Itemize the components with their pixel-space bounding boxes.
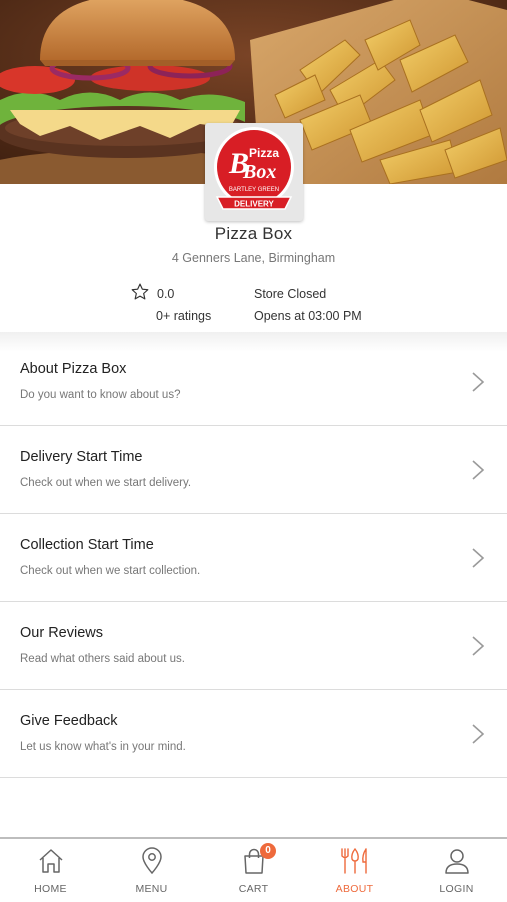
user-icon [444, 849, 469, 874]
menu-item-about[interactable]: About Pizza Box Do you want to know abou… [0, 338, 507, 426]
opening-time: Opens at 03:00 PM [254, 309, 362, 323]
menu-item-delivery-start-time[interactable]: Delivery Start Time Check out when we st… [0, 426, 507, 514]
tab-label: HOME [34, 883, 67, 895]
tab-label: CART [238, 883, 269, 895]
tab-menu[interactable]: MENU [101, 839, 202, 900]
tab-label: ABOUT [335, 883, 374, 895]
tab-login[interactable]: LOGIN [406, 839, 507, 900]
star-icon [131, 283, 149, 300]
svg-text:DELIVERY: DELIVERY [234, 200, 274, 209]
chevron-right-icon [472, 372, 485, 392]
menu-item-title: About Pizza Box [20, 361, 127, 377]
store-address: 4 Genners Lane, Birmingham [171, 251, 336, 265]
chevron-right-icon [472, 460, 485, 480]
rating-value: 0.0 [157, 287, 175, 301]
menu-item-title: Delivery Start Time [20, 449, 143, 465]
cart-count-badge: 0 [260, 843, 276, 859]
menu-item-subtitle: Check out when we start delivery. [20, 477, 192, 489]
store-name: Pizza Box [214, 224, 293, 243]
menu-item-our-reviews[interactable]: Our Reviews Read what others said about … [0, 602, 507, 690]
chevron-right-icon [472, 548, 485, 568]
menu-item-collection-start-time[interactable]: Collection Start Time Check out when we … [0, 514, 507, 602]
tab-home[interactable]: HOME [0, 839, 101, 900]
location-pin-icon [141, 847, 162, 875]
tab-label: LOGIN [439, 883, 474, 895]
tab-cart[interactable]: 0 CART [203, 839, 304, 900]
menu-item-subtitle: Let us know what's in your mind. [20, 741, 186, 753]
svg-text:Pizza: Pizza [249, 146, 279, 160]
store-status: Store Closed [254, 287, 327, 301]
menu-item-subtitle: Do you want to know about us? [20, 389, 181, 401]
tab-about[interactable]: ABOUT [304, 839, 405, 900]
svg-text:BARTLEY GREEN: BARTLEY GREEN [229, 187, 279, 193]
about-menu-list: About Pizza Box Do you want to know abou… [0, 338, 507, 778]
ratings-count: 0+ ratings [156, 309, 212, 323]
menu-item-title: Collection Start Time [20, 537, 154, 553]
menu-item-subtitle: Read what others said about us. [20, 653, 185, 665]
menu-item-title: Give Feedback [20, 713, 118, 729]
store-logo: B Pizza Box BARTLEY GREEN DELIVERY [205, 123, 303, 221]
store-status-block: Store Closed Opens at 03:00 PM [254, 287, 362, 323]
menu-item-subtitle: Check out when we start collection. [20, 565, 201, 577]
chevron-right-icon [472, 636, 485, 656]
tab-label: MENU [135, 883, 168, 895]
fork-knife-icon [340, 847, 367, 874]
home-icon [38, 849, 63, 873]
menu-item-title: Our Reviews [20, 625, 103, 641]
svg-text:Box: Box [242, 161, 276, 183]
menu-item-give-feedback[interactable]: Give Feedback Let us know what's in your… [0, 690, 507, 778]
bottom-tab-bar: HOME MENU 0 CART ABOUT LOGIN [0, 837, 507, 902]
chevron-right-icon [472, 724, 485, 744]
